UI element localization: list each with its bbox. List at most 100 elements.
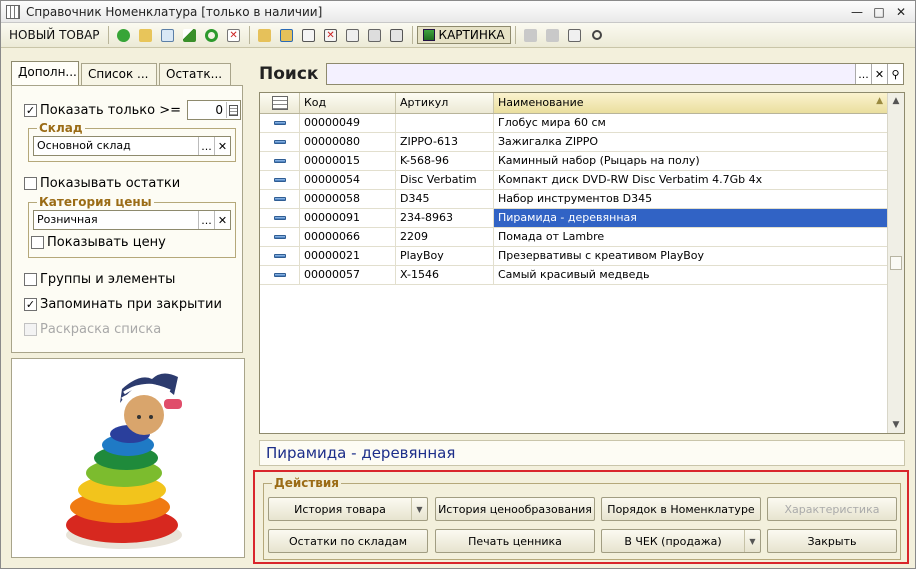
item-row-icon bbox=[260, 228, 300, 246]
add-group-icon[interactable] bbox=[136, 25, 156, 45]
table-row[interactable]: 00000058 D345 Набор инструментов D345 bbox=[260, 190, 888, 209]
calculator-icon[interactable] bbox=[226, 102, 240, 118]
settings-icon[interactable] bbox=[365, 25, 385, 45]
add-icon[interactable] bbox=[114, 25, 134, 45]
product-image bbox=[11, 358, 245, 558]
item-row-icon bbox=[260, 171, 300, 189]
table-row[interactable]: 00000057 X-1546 Самый красивый медведь bbox=[260, 266, 888, 285]
table-row[interactable]: 00000080 ZIPPO-613 Зажигалка ZIPPO bbox=[260, 133, 888, 152]
price-history-button[interactable]: История ценообразования bbox=[435, 497, 595, 521]
cell-name: Самый красивый медведь bbox=[494, 266, 888, 284]
remember-checkbox[interactable]: ✓ bbox=[24, 298, 37, 311]
close-button[interactable]: Закрыть bbox=[767, 529, 897, 553]
cell-code: 00000091 bbox=[300, 209, 396, 227]
table-row[interactable]: 00000091 234-8963 Пирамида - деревянная bbox=[260, 209, 888, 228]
cell-code: 00000066 bbox=[300, 228, 396, 246]
filter-icon[interactable] bbox=[299, 25, 319, 45]
move-to-group-icon[interactable] bbox=[277, 25, 297, 45]
search-clear-icon[interactable]: ✕ bbox=[871, 64, 887, 84]
find-icon[interactable] bbox=[587, 25, 607, 45]
price-category-title: Категория цены bbox=[37, 195, 154, 209]
warehouse-field[interactable]: Основной склад ... ✕ bbox=[33, 136, 231, 156]
show-only-checkbox[interactable]: ✓ bbox=[24, 103, 37, 117]
cell-name: Презервативы с креативом PlayBoy bbox=[494, 247, 888, 265]
nomenclature-order-button[interactable]: Порядок в Номенклатуре bbox=[601, 497, 761, 521]
title-bar: Справочник Номенклатура [только в наличи… bbox=[1, 1, 915, 23]
column-code[interactable]: Код bbox=[300, 93, 396, 113]
pyramid-toy-image bbox=[30, 365, 226, 555]
add-to-receipt-dropdown-icon[interactable]: ▼ bbox=[744, 530, 760, 552]
scroll-up-icon[interactable]: ▲ bbox=[888, 93, 904, 109]
item-history-button[interactable]: История товара ▼ bbox=[268, 497, 428, 521]
add-to-receipt-button[interactable]: В ЧЕК (продажа) ▼ bbox=[601, 529, 761, 553]
price-category-field[interactable]: Розничная ... ✕ bbox=[33, 210, 231, 230]
show-price-checkbox[interactable] bbox=[31, 236, 44, 249]
table-row[interactable]: 00000066 2209 Помада от Lambre bbox=[260, 228, 888, 247]
search-input[interactable]: ... ✕ ⚲ bbox=[326, 63, 904, 85]
filter-list-icon[interactable] bbox=[343, 25, 363, 45]
sort-indicator-icon: ▲ bbox=[876, 96, 883, 106]
price-category-select-button[interactable]: ... bbox=[198, 211, 214, 229]
cell-name: Компакт диск DVD-RW Disc Verbatim 4.7Gb … bbox=[494, 171, 888, 189]
close-icon[interactable]: ✕ bbox=[893, 4, 909, 20]
groups-checkbox[interactable] bbox=[24, 273, 37, 286]
tab-body: ✓ Показать только >= 0 Склад Основной ск… bbox=[11, 85, 243, 353]
scroll-thumb[interactable] bbox=[890, 256, 902, 270]
table-row[interactable]: 00000015 K-568-96 Каминный набор (Рыцарь н… bbox=[260, 152, 888, 171]
item-history-dropdown-icon[interactable]: ▼ bbox=[411, 498, 427, 520]
import-icon[interactable] bbox=[543, 25, 563, 45]
remember-row: ✓ Запоминать при закрытии bbox=[24, 297, 222, 312]
table-row[interactable]: 00000054 Disc Verbatim Компакт диск DVD-RW… bbox=[260, 171, 888, 190]
cell-article: 234-8963 bbox=[396, 209, 494, 227]
copy-icon[interactable] bbox=[158, 25, 178, 45]
refresh-icon[interactable] bbox=[202, 25, 222, 45]
show-only-row: ✓ Показать только >= 0 bbox=[24, 100, 242, 120]
new-item-button[interactable]: НОВЫЙ ТОВАР bbox=[5, 26, 104, 44]
hierarchy-icon[interactable] bbox=[255, 25, 275, 45]
selected-item-name: Пирамида - деревянная bbox=[259, 440, 905, 466]
item-row-icon bbox=[260, 266, 300, 284]
cell-article: ZIPPO-613 bbox=[396, 133, 494, 151]
search-select-button[interactable]: ... bbox=[855, 64, 871, 84]
cell-code: 00000057 bbox=[300, 266, 396, 284]
item-row-icon bbox=[260, 133, 300, 151]
warehouse-group: Склад Основной склад ... ✕ bbox=[28, 121, 236, 162]
stock-by-warehouse-button[interactable]: Остатки по складам bbox=[268, 529, 428, 553]
actions-group: Действия История товара ▼ История ценооб… bbox=[263, 476, 901, 560]
show-only-value-field[interactable]: 0 bbox=[187, 100, 242, 120]
clear-filter-icon[interactable]: ✕ bbox=[321, 25, 341, 45]
items-table: Код Артикул Наименование ▲ 00000049 Глобу… bbox=[259, 92, 905, 434]
edit-icon[interactable] bbox=[180, 25, 200, 45]
tab-stock[interactable]: Остатк... bbox=[159, 63, 231, 85]
minimize-icon[interactable]: — bbox=[849, 4, 865, 20]
column-name[interactable]: Наименование ▲ bbox=[494, 93, 888, 113]
table-row[interactable]: 00000021 PlayBoy Презервативы с креативом … bbox=[260, 247, 888, 266]
table-scrollbar[interactable]: ▲ ▼ bbox=[887, 93, 904, 433]
show-stock-checkbox[interactable] bbox=[24, 177, 37, 190]
table-row[interactable]: 00000049 Глобус мира 60 см bbox=[260, 114, 888, 133]
cell-article: Disc Verbatim bbox=[396, 171, 494, 189]
show-only-label: Показать только >= bbox=[40, 102, 182, 118]
price-category-clear-icon[interactable]: ✕ bbox=[214, 211, 230, 229]
report-icon[interactable] bbox=[565, 25, 585, 45]
warehouse-clear-icon[interactable]: ✕ bbox=[214, 137, 230, 155]
actions-highlight: Действия История товара ▼ История ценооб… bbox=[253, 470, 909, 564]
table-settings-icon[interactable] bbox=[260, 93, 300, 113]
warehouse-select-button[interactable]: ... bbox=[198, 137, 214, 155]
column-article[interactable]: Артикул bbox=[396, 93, 494, 113]
show-price-row: Показывать цену bbox=[31, 235, 166, 250]
characteristic-button: Характеристика bbox=[767, 497, 897, 521]
actions-title: Действия bbox=[272, 476, 342, 490]
picture-toggle-button[interactable]: КАРТИНКА bbox=[416, 26, 511, 44]
tab-additional[interactable]: Дополн... bbox=[11, 61, 79, 85]
print-price-tag-button[interactable]: Печать ценника bbox=[435, 529, 595, 553]
tab-list[interactable]: Список ... bbox=[81, 63, 157, 85]
export-icon[interactable] bbox=[521, 25, 541, 45]
search-icon[interactable]: ⚲ bbox=[887, 64, 903, 84]
delete-icon[interactable]: ✕ bbox=[224, 25, 244, 45]
maximize-icon[interactable]: □ bbox=[871, 4, 887, 20]
cell-name: Набор инструментов D345 bbox=[494, 190, 888, 208]
price-category-group: Категория цены Розничная ... ✕ Показыват… bbox=[28, 195, 236, 258]
print-icon[interactable] bbox=[387, 25, 407, 45]
scroll-down-icon[interactable]: ▼ bbox=[888, 417, 904, 433]
